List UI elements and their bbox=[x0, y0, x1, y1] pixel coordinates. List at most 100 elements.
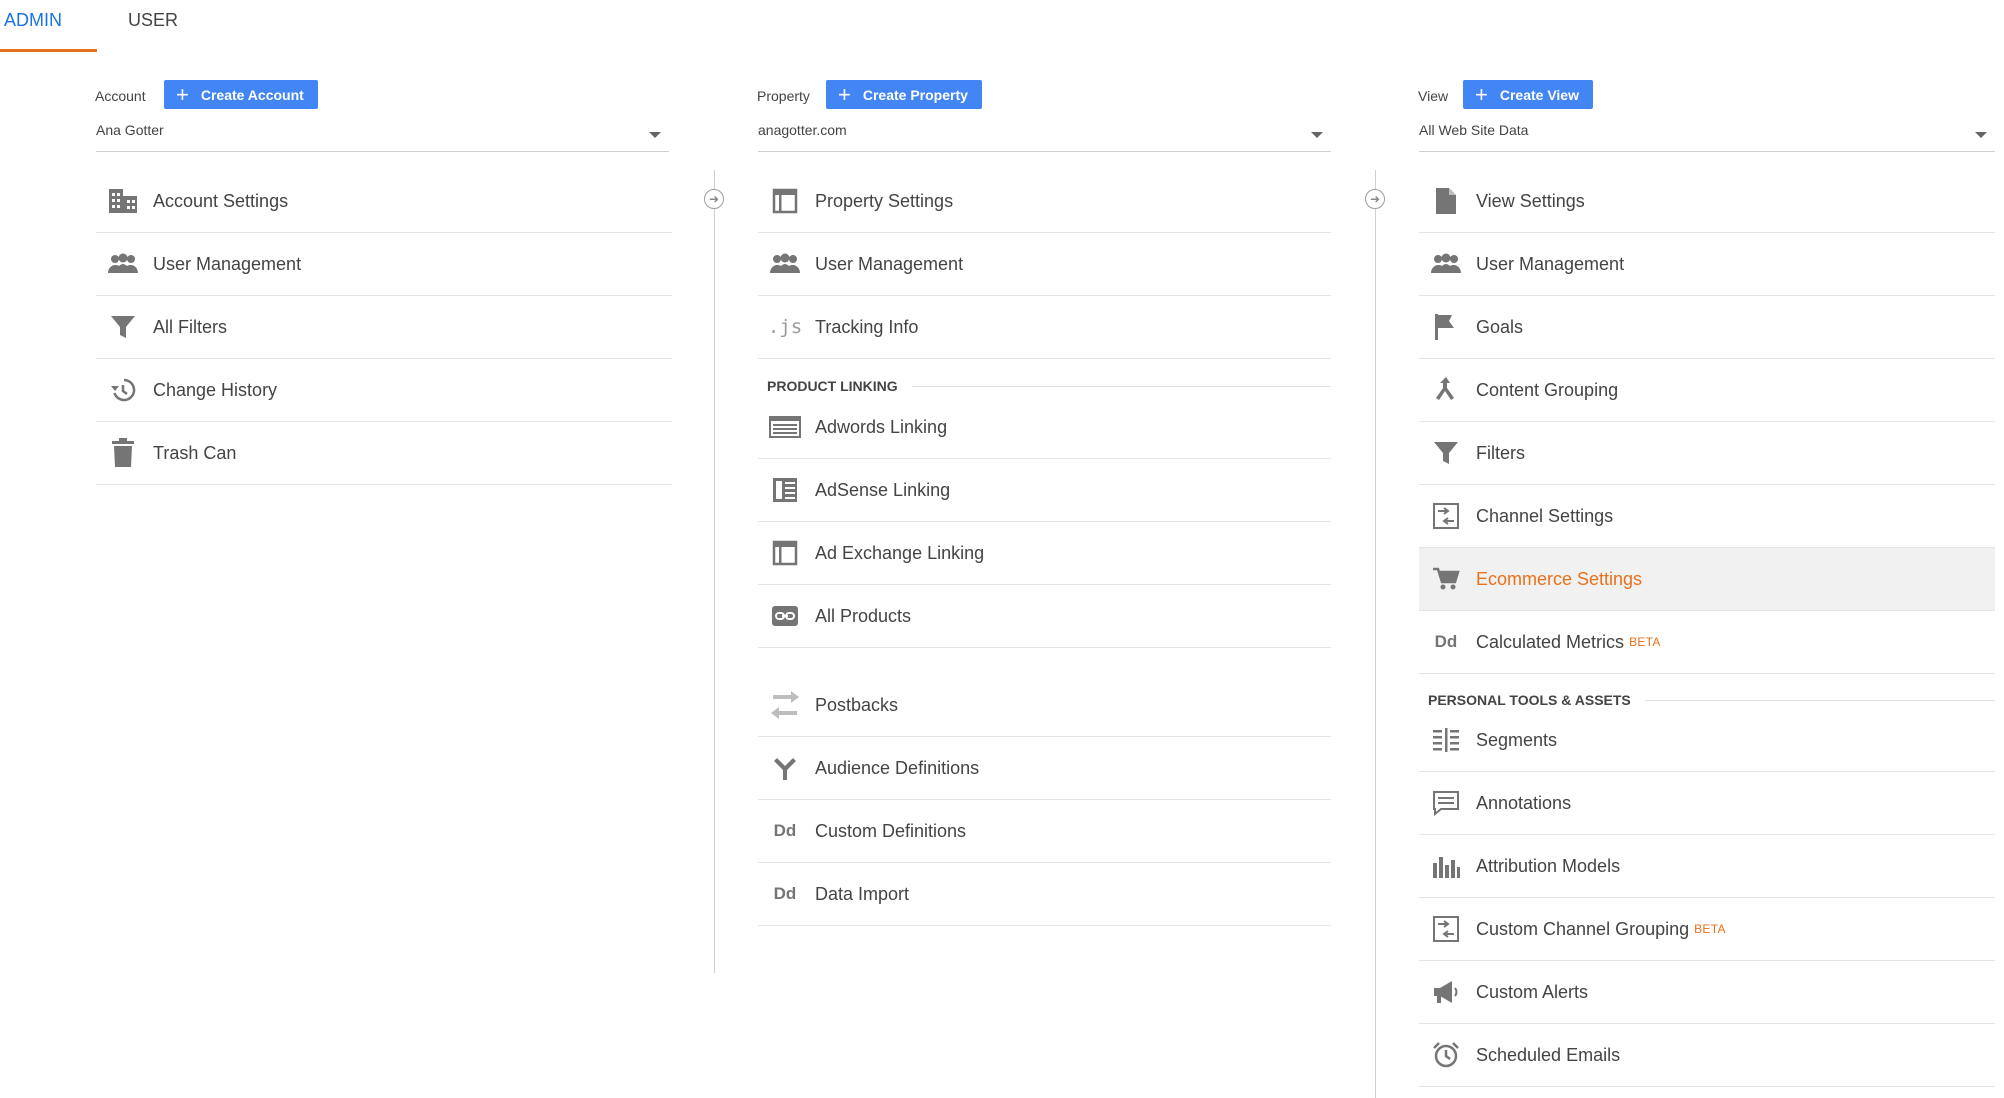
annotation-icon bbox=[1429, 786, 1463, 820]
menu-item-label: Ad Exchange Linking bbox=[815, 542, 985, 563]
menu-item-label: Custom Definitions bbox=[815, 820, 967, 841]
menu-item-custom-alerts[interactable]: Custom Alerts bbox=[1419, 961, 1995, 1024]
plus-icon: + bbox=[838, 81, 851, 107]
people-icon bbox=[768, 247, 802, 281]
view-selected: All Web Site Data bbox=[1419, 122, 1529, 138]
chevron-down-icon bbox=[1311, 132, 1323, 138]
menu-item-all-filters[interactable]: All Filters bbox=[96, 296, 672, 359]
menu-item-label: Calculated Metrics bbox=[1476, 631, 1625, 652]
menu-item-scheduled-emails[interactable]: Scheduled Emails bbox=[1419, 1024, 1995, 1087]
menu-item-user-management[interactable]: User Management bbox=[96, 233, 672, 296]
menu-item-custom-channel-grouping[interactable]: Custom Channel Grouping BETA bbox=[1419, 898, 1995, 961]
account-selected: Ana Gotter bbox=[96, 122, 164, 138]
property-selector[interactable]: anagotter.com bbox=[758, 122, 1331, 152]
channel-icon bbox=[1429, 912, 1463, 946]
menu-item-all-products[interactable]: All Products bbox=[758, 585, 1331, 648]
menu-item-label: Content Grouping bbox=[1476, 379, 1619, 400]
create-view-label: Create View bbox=[1499, 86, 1579, 103]
menu-item-adsense-linking[interactable]: AdSense Linking bbox=[758, 459, 1331, 522]
dd-icon: Dd bbox=[773, 821, 797, 840]
menu-item-label: Attribution Models bbox=[1476, 855, 1621, 876]
menu-item-label: Account Settings bbox=[153, 190, 289, 211]
chevron-down-icon bbox=[1975, 132, 1987, 138]
bar-chart-icon bbox=[1429, 849, 1463, 883]
menu-item-data-import[interactable]: Dd Data Import bbox=[758, 863, 1331, 926]
menu-item-filters[interactable]: Filters bbox=[1419, 422, 1995, 485]
menu-item-content-grouping[interactable]: Content Grouping bbox=[1419, 359, 1995, 422]
menu-item-audience-definitions[interactable]: Audience Definitions bbox=[758, 737, 1331, 800]
menu-item-view-user-management[interactable]: User Management bbox=[1419, 233, 1995, 296]
menu-item-label: Tracking Info bbox=[815, 316, 919, 337]
building-icon bbox=[106, 184, 140, 218]
active-tab-indicator bbox=[0, 49, 97, 52]
people-icon bbox=[1429, 247, 1463, 281]
menu-item-label: Data Import bbox=[815, 883, 910, 904]
megaphone-icon bbox=[1429, 975, 1463, 1009]
column-divider bbox=[714, 170, 715, 973]
create-account-button[interactable]: + Create Account bbox=[164, 80, 318, 109]
js-icon: .js bbox=[767, 316, 803, 338]
menu-item-ecommerce-settings[interactable]: Ecommerce Settings bbox=[1419, 548, 1995, 611]
history-icon bbox=[106, 373, 140, 407]
plus-icon: + bbox=[1475, 81, 1488, 107]
alarm-icon bbox=[1429, 1038, 1463, 1072]
adwords-icon bbox=[768, 410, 802, 444]
menu-item-label: Adwords Linking bbox=[815, 416, 948, 437]
chevron-down-icon bbox=[649, 132, 661, 138]
menu-item-segments[interactable]: Segments bbox=[1419, 709, 1995, 772]
menu-item-property-settings[interactable]: Property Settings bbox=[758, 170, 1331, 233]
menu-item-label: Postbacks bbox=[815, 694, 899, 715]
tab-user[interactable]: USER bbox=[128, 0, 178, 52]
menu-item-adwords-linking[interactable]: Adwords Linking bbox=[758, 396, 1331, 459]
menu-item-label: Audience Definitions bbox=[815, 757, 980, 778]
menu-item-calculated-metrics[interactable]: Dd Calculated Metrics BETA bbox=[1419, 611, 1995, 674]
menu-item-label: User Management bbox=[1476, 253, 1625, 274]
channel-icon bbox=[1429, 499, 1463, 533]
postbacks-icon bbox=[768, 688, 802, 722]
segments-icon bbox=[1429, 723, 1463, 757]
window-icon bbox=[768, 536, 802, 570]
create-view-button[interactable]: + Create View bbox=[1463, 80, 1593, 109]
menu-item-change-history[interactable]: Change History bbox=[96, 359, 672, 422]
menu-item-trash-can[interactable]: Trash Can bbox=[96, 422, 672, 485]
menu-item-label: All Products bbox=[815, 605, 912, 626]
menu-item-label: Custom Channel Grouping bbox=[1476, 918, 1690, 939]
menu-item-ad-exchange-linking[interactable]: Ad Exchange Linking bbox=[758, 522, 1331, 585]
menu-item-attribution-models[interactable]: Attribution Models bbox=[1419, 835, 1995, 898]
filter-icon bbox=[1429, 436, 1463, 470]
trash-icon bbox=[106, 436, 140, 470]
dd-icon: Dd bbox=[773, 884, 797, 903]
menu-item-label: Filters bbox=[1476, 442, 1525, 463]
menu-item-custom-definitions[interactable]: Dd Custom Definitions bbox=[758, 800, 1331, 863]
menu-item-label: Channel Settings bbox=[1476, 505, 1614, 526]
property-selected: anagotter.com bbox=[758, 122, 847, 138]
column-divider bbox=[1375, 170, 1376, 1098]
property-label: Property bbox=[757, 88, 810, 104]
menu-item-goals[interactable]: Goals bbox=[1419, 296, 1995, 359]
flag-icon bbox=[1429, 310, 1463, 344]
menu-item-postbacks[interactable]: Postbacks bbox=[758, 674, 1331, 737]
view-selector[interactable]: All Web Site Data bbox=[1419, 122, 1995, 152]
menu-item-label: User Management bbox=[815, 253, 964, 274]
menu-item-label: Trash Can bbox=[153, 442, 237, 463]
menu-item-annotations[interactable]: Annotations bbox=[1419, 772, 1995, 835]
menu-item-label: View Settings bbox=[1476, 190, 1585, 211]
arrow-right-icon: ➜ bbox=[704, 189, 724, 209]
menu-item-account-settings[interactable]: Account Settings bbox=[96, 170, 672, 233]
menu-item-channel-settings[interactable]: Channel Settings bbox=[1419, 485, 1995, 548]
menu-item-label: User Management bbox=[153, 253, 302, 274]
create-property-button[interactable]: + Create Property bbox=[826, 80, 982, 109]
menu-item-tracking-info[interactable]: .js Tracking Info bbox=[758, 296, 1331, 359]
menu-item-label: Custom Alerts bbox=[1476, 981, 1589, 1002]
menu-item-property-user-management[interactable]: User Management bbox=[758, 233, 1331, 296]
plus-icon: + bbox=[176, 81, 189, 107]
document-icon bbox=[1429, 184, 1463, 218]
beta-badge: BETA bbox=[1694, 922, 1726, 936]
tab-admin[interactable]: ADMIN bbox=[4, 0, 97, 52]
dd-icon: Dd bbox=[1434, 632, 1458, 651]
account-selector[interactable]: Ana Gotter bbox=[96, 122, 669, 152]
menu-item-view-settings[interactable]: View Settings bbox=[1419, 170, 1995, 233]
menu-item-label: Segments bbox=[1476, 729, 1558, 750]
window-icon bbox=[768, 184, 802, 218]
view-label: View bbox=[1418, 88, 1449, 104]
